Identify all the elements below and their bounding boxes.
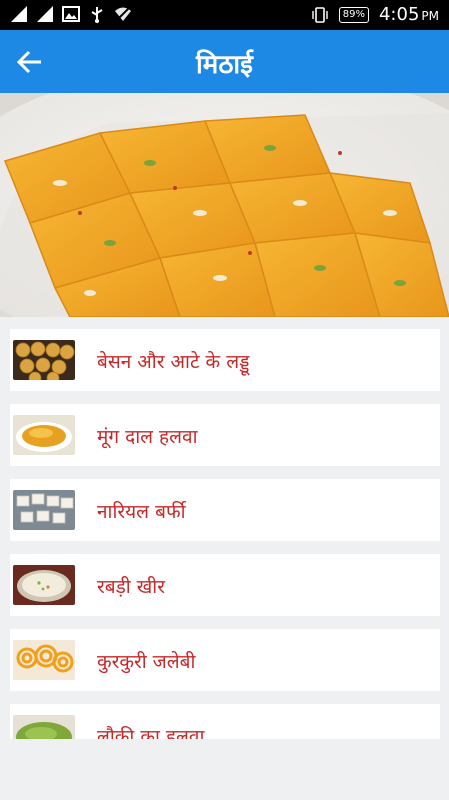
recipe-label: कुरकुरी जलेबी — [97, 651, 196, 673]
lauki-halwa-thumbnail-icon — [13, 715, 75, 739]
usb-icon — [91, 7, 103, 23]
laddu-thumbnail-icon — [13, 340, 75, 380]
signal-icon-2 — [37, 6, 53, 22]
list-item[interactable]: नारियल बर्फी — [10, 479, 440, 541]
list-item[interactable]: कुरकुरी जलेबी — [10, 629, 440, 691]
clock-ampm: PM — [421, 9, 439, 23]
jalebi-thumbnail-icon — [13, 640, 75, 680]
clock-time: 4:05 — [378, 4, 420, 25]
signal-icon — [11, 6, 27, 22]
rabdi-kheer-thumbnail-icon — [13, 565, 75, 605]
list-item[interactable]: मूंग दाल हलवा — [10, 404, 440, 466]
status-left-icons — [10, 5, 132, 23]
coconut-barfi-thumbnail-icon — [13, 490, 75, 530]
vibrate-icon — [312, 6, 328, 23]
page-title: मिठाई — [196, 50, 253, 80]
status-right-icons: 89% 4:05 PM — [311, 4, 439, 25]
recipe-label: लौकी का हलवा — [97, 726, 205, 739]
hero-image — [0, 93, 449, 317]
app-bar: मिठाई — [0, 30, 449, 93]
recipe-label: मूंग दाल हलवा — [97, 426, 198, 448]
recipe-label: बेसन और आटे के लड्डू — [97, 351, 250, 373]
status-bar: 89% 4:05 PM — [0, 0, 449, 30]
list-item[interactable]: लौकी का हलवा — [10, 704, 440, 739]
recipe-label: रबड़ी खीर — [97, 576, 165, 598]
wifi-off-icon — [115, 6, 131, 22]
image-notification-icon — [62, 6, 80, 22]
barfi-photo-icon — [0, 93, 449, 317]
list-item[interactable]: रबड़ी खीर — [10, 554, 440, 616]
moong-dal-halwa-thumbnail-icon — [13, 415, 75, 455]
recipe-list: बेसन और आटे के लड्डू मूंग दाल हलवा नारिय… — [10, 329, 440, 739]
recipe-label: नारियल बर्फी — [97, 501, 186, 523]
list-item[interactable]: बेसन और आटे के लड्डू — [10, 329, 440, 391]
battery-indicator: 89% — [338, 6, 369, 23]
clock: 4:05 PM — [379, 4, 439, 25]
